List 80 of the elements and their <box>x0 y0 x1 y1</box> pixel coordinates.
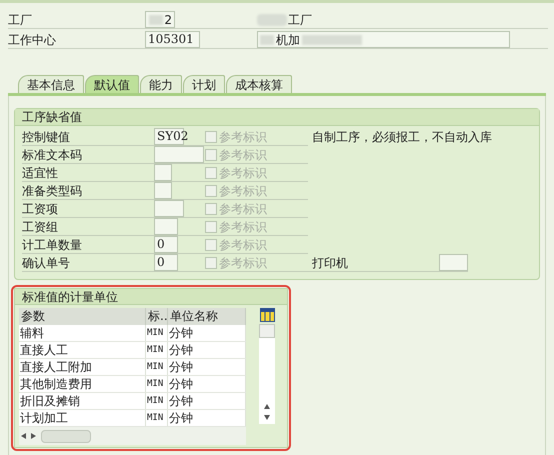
input-field[interactable] <box>154 146 204 163</box>
scrollbar-thumb[interactable] <box>259 324 275 338</box>
table-cell: 其他制造费用 <box>19 376 146 392</box>
scroll-right-icon[interactable] <box>31 433 37 439</box>
reference-checkbox[interactable] <box>205 256 217 268</box>
field-label: 控制键值 <box>22 128 71 146</box>
redaction-blur <box>260 34 274 44</box>
input-field[interactable]: 0 <box>154 236 178 253</box>
vertical-scrollbar[interactable] <box>259 324 275 424</box>
scrollbar-thumb[interactable] <box>41 430 91 442</box>
tab[interactable]: 成本核算 <box>226 75 292 93</box>
table-cell: 辅料 <box>19 325 146 341</box>
printer-label: 打印机 <box>312 254 349 272</box>
checkbox-label: 参考标识 <box>219 182 267 200</box>
work-center-name: 机加 <box>276 32 300 48</box>
control-key-description: 自制工序，必须报工，不自动入库 <box>312 129 492 146</box>
checkbox-label: 参考标识 <box>219 218 267 236</box>
input-field[interactable] <box>154 164 172 181</box>
reference-checkbox[interactable] <box>205 130 217 142</box>
table-cell: MIN <box>146 393 168 409</box>
table-cell: 分钟 <box>168 376 246 392</box>
work-center-label: 工作中心 <box>8 32 57 48</box>
work-center-field[interactable]: 105301 <box>145 31 200 48</box>
table-cell: 直接人工附加 <box>19 359 146 375</box>
table-cell: 直接人工 <box>19 342 146 358</box>
input-field[interactable]: 0 <box>154 254 178 271</box>
tab[interactable]: 计划 <box>183 75 225 93</box>
column-header[interactable]: 标.. <box>146 308 168 325</box>
redaction-blur <box>149 14 164 24</box>
redaction-blur <box>302 34 362 44</box>
field-label: 确认单号 <box>22 254 71 272</box>
input-field[interactable] <box>154 200 184 217</box>
section-title: 标准值的计量单位 <box>15 289 287 305</box>
column-header[interactable]: 参数 <box>19 308 146 325</box>
plant-label: 工厂 <box>8 12 33 28</box>
scroll-up-icon[interactable] <box>264 404 270 410</box>
plant-field[interactable]: 2 <box>145 11 175 28</box>
table-cell: MIN <box>146 325 168 341</box>
input-field[interactable] <box>154 182 172 199</box>
plant-code: 2 <box>164 12 172 28</box>
tab[interactable]: 默认值 <box>85 75 139 93</box>
reference-checkbox[interactable] <box>205 166 217 178</box>
table-cell: 计划加工 <box>19 410 146 426</box>
scroll-down-icon[interactable] <box>264 415 270 421</box>
field-label: 标准文本码 <box>22 146 83 164</box>
scroll-left-icon[interactable] <box>21 433 27 439</box>
table-cell: MIN <box>146 359 168 375</box>
checkbox-label: 参考标识 <box>219 164 267 182</box>
column-header[interactable]: 单位名称 <box>168 308 246 325</box>
checkbox-label: 参考标识 <box>219 146 267 164</box>
reference-checkbox[interactable] <box>205 202 217 214</box>
input-field[interactable] <box>154 218 178 235</box>
tab[interactable]: 基本信息 <box>18 75 84 93</box>
reference-checkbox[interactable] <box>205 184 217 196</box>
field-label: 适宜性 <box>22 164 59 182</box>
plant-name: 工厂 <box>288 12 312 28</box>
printer-field[interactable] <box>438 254 468 271</box>
table-cell: MIN <box>146 342 168 358</box>
table-cell: 分钟 <box>168 359 246 375</box>
reference-checkbox[interactable] <box>205 238 217 250</box>
field-label: 工资项 <box>22 200 59 218</box>
table-cell: 分钟 <box>168 393 246 409</box>
reference-checkbox[interactable] <box>205 148 217 160</box>
table-cell: 分钟 <box>168 325 246 341</box>
field-label: 准备类型码 <box>22 182 83 200</box>
table-cell: 分钟 <box>168 342 246 358</box>
table-cell: 分钟 <box>168 410 246 426</box>
table-cell: MIN <box>146 410 168 426</box>
field-label: 工资组 <box>22 218 59 236</box>
checkbox-label: 参考标识 <box>219 254 267 272</box>
reference-checkbox[interactable] <box>205 220 217 232</box>
checkbox-label: 参考标识 <box>219 128 267 146</box>
checkbox-label: 参考标识 <box>219 236 267 254</box>
tab[interactable]: 能力 <box>140 75 182 93</box>
checkbox-label: 参考标识 <box>219 200 267 218</box>
field-label: 计工单数量 <box>22 236 83 254</box>
table-cell: MIN <box>146 376 168 392</box>
column-settings-icon[interactable] <box>260 308 274 322</box>
table-cell: 折旧及摊销 <box>19 393 146 409</box>
section-title: 工序缺省值 <box>15 109 539 126</box>
